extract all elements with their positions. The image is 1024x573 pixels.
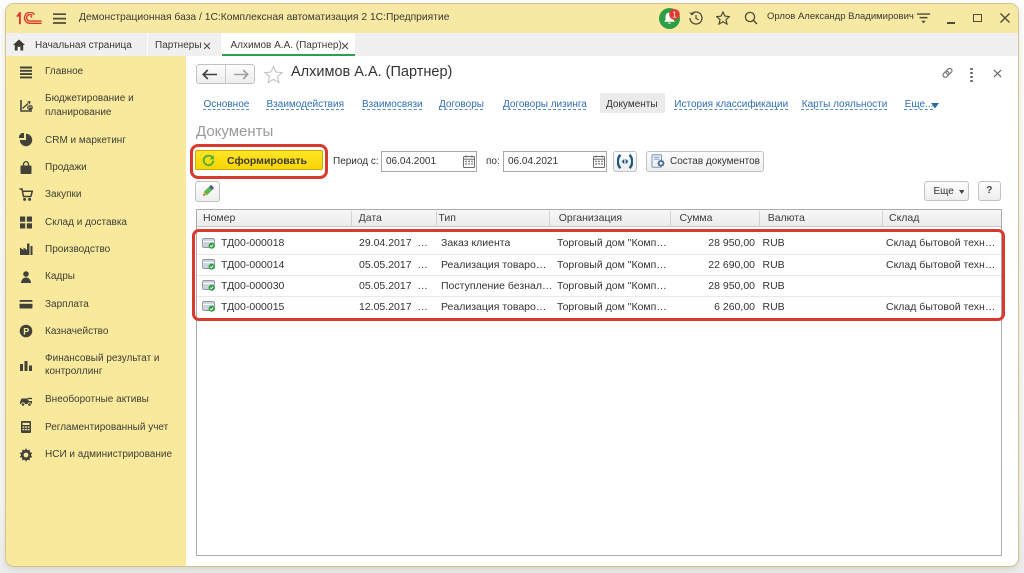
- svg-text:1: 1: [672, 10, 677, 19]
- svg-text:Р: Р: [28, 105, 32, 111]
- svg-text:Р: Р: [23, 327, 29, 337]
